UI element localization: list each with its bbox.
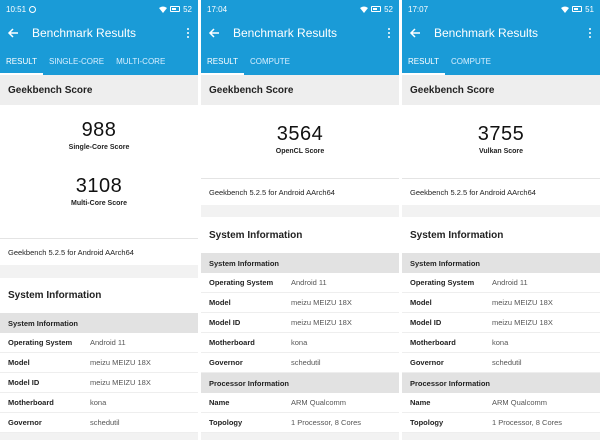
opencl-label: OpenCL Score: [275, 148, 325, 155]
score-card: 3564 OpenCL Score: [201, 105, 399, 178]
tab-compute[interactable]: COMPUTE: [244, 48, 296, 75]
system-information-title: System Information: [0, 278, 198, 313]
multi-core-score: 3108: [75, 175, 123, 197]
screenshots-collage: 10:51 52 Benchmark Results RESULT SINGLE…: [0, 0, 600, 440]
system-information-title: System Information: [201, 217, 399, 253]
tab-result[interactable]: RESULT: [0, 48, 43, 75]
phone-screen-1: 10:51 52 Benchmark Results RESULT SINGLE…: [0, 0, 198, 440]
app-title: Benchmark Results: [233, 26, 338, 40]
status-bar: 17:07 51: [402, 0, 600, 18]
info-row: Governor schedutil: [0, 413, 198, 433]
wifi-icon: [360, 6, 369, 13]
status-bar: 10:51 52: [0, 0, 198, 18]
section-title: Geekbench Score: [0, 75, 198, 105]
info-row: Topology 1 Processor, 8 Cores: [201, 413, 399, 433]
version-text: Geekbench 5.2.5 for Android AArch64: [201, 178, 399, 205]
info-row: Name ARM Qualcomm: [201, 393, 399, 413]
single-core-score: 988: [81, 119, 117, 141]
info-row: Motherboard kona: [0, 393, 198, 413]
app-title: Benchmark Results: [434, 26, 539, 40]
info-row: Model ID meizu MEIZU 18X: [402, 313, 600, 333]
group-header: Processor Information: [402, 373, 600, 393]
vulkan-label: Vulkan Score: [478, 148, 524, 155]
battery-icon: [572, 6, 583, 12]
app-bar: Benchmark Results: [201, 18, 399, 48]
more-vert-icon[interactable]: [184, 26, 192, 40]
section-title: Geekbench Score: [201, 75, 399, 105]
info-row: Operating System Android 11: [201, 273, 399, 293]
battery-icon: [371, 6, 382, 12]
status-time: 10:51: [6, 4, 27, 14]
tab-result[interactable]: RESULT: [402, 48, 445, 75]
arrow-left-icon[interactable]: [408, 26, 422, 40]
group-header: System Information: [201, 253, 399, 273]
app-title: Benchmark Results: [32, 26, 137, 40]
arrow-left-icon[interactable]: [207, 26, 221, 40]
info-row: Governor schedutil: [201, 353, 399, 373]
info-row: Model meizu MEIZU 18X: [402, 293, 600, 313]
tab-bar: RESULT COMPUTE: [402, 48, 600, 75]
more-vert-icon[interactable]: [586, 26, 594, 40]
battery-level: 51: [585, 4, 594, 14]
arrow-left-icon[interactable]: [6, 26, 20, 40]
info-row: Name ARM Qualcomm: [402, 393, 600, 413]
app-bar: Benchmark Results: [0, 18, 198, 48]
info-row: Operating System Android 11: [402, 273, 600, 293]
app-bar: Benchmark Results: [402, 18, 600, 48]
info-row: Operating System Android 11: [0, 333, 198, 353]
section-title: Geekbench Score: [402, 75, 600, 105]
more-vert-icon[interactable]: [385, 26, 393, 40]
info-row: Governor schedutil: [402, 353, 600, 373]
info-row: Topology 1 Processor, 8 Cores: [402, 413, 600, 433]
tab-compute[interactable]: COMPUTE: [445, 48, 497, 75]
status-time: 17:07: [408, 4, 429, 14]
info-row: Model ID meizu MEIZU 18X: [201, 313, 399, 333]
tab-result[interactable]: RESULT: [201, 48, 244, 75]
battery-level: 52: [384, 4, 393, 14]
info-row: Motherboard kona: [402, 333, 600, 353]
battery-icon: [170, 6, 181, 12]
system-information-title: System Information: [402, 217, 600, 253]
info-row: Motherboard kona: [201, 333, 399, 353]
multi-core-label: Multi-Core Score: [70, 200, 127, 207]
tab-multi-core[interactable]: MULTI-CORE: [110, 48, 171, 75]
alarm-icon: [29, 5, 37, 13]
tab-single-core[interactable]: SINGLE-CORE: [43, 48, 110, 75]
tab-bar: RESULT COMPUTE: [201, 48, 399, 75]
group-header: System Information: [402, 253, 600, 273]
score-card: 988 Single-Core Score 3108 Multi-Core Sc…: [0, 105, 198, 238]
vulkan-score: 3755: [477, 123, 525, 145]
group-header: System Information: [0, 313, 198, 333]
version-text: Geekbench 5.2.5 for Android AArch64: [402, 178, 600, 205]
phone-screen-2: 17:04 52 Benchmark Results RESULT COMPUT…: [201, 0, 399, 440]
phone-screen-3: 17:07 51 Benchmark Results RESULT COMPUT…: [402, 0, 600, 440]
wifi-icon: [159, 6, 168, 13]
group-header: Processor Information: [201, 373, 399, 393]
info-row: Model ID meizu MEIZU 18X: [0, 373, 198, 393]
version-text: Geekbench 5.2.5 for Android AArch64: [0, 238, 198, 265]
score-card: 3755 Vulkan Score: [402, 105, 600, 178]
tab-bar: RESULT SINGLE-CORE MULTI-CORE: [0, 48, 198, 75]
info-row: Model meizu MEIZU 18X: [0, 353, 198, 373]
single-core-label: Single-Core Score: [68, 144, 130, 151]
status-time: 17:04: [207, 4, 228, 14]
status-bar: 17:04 52: [201, 0, 399, 18]
battery-level: 52: [183, 4, 192, 14]
opencl-score: 3564: [276, 123, 324, 145]
info-row: Model meizu MEIZU 18X: [201, 293, 399, 313]
wifi-icon: [561, 6, 570, 13]
